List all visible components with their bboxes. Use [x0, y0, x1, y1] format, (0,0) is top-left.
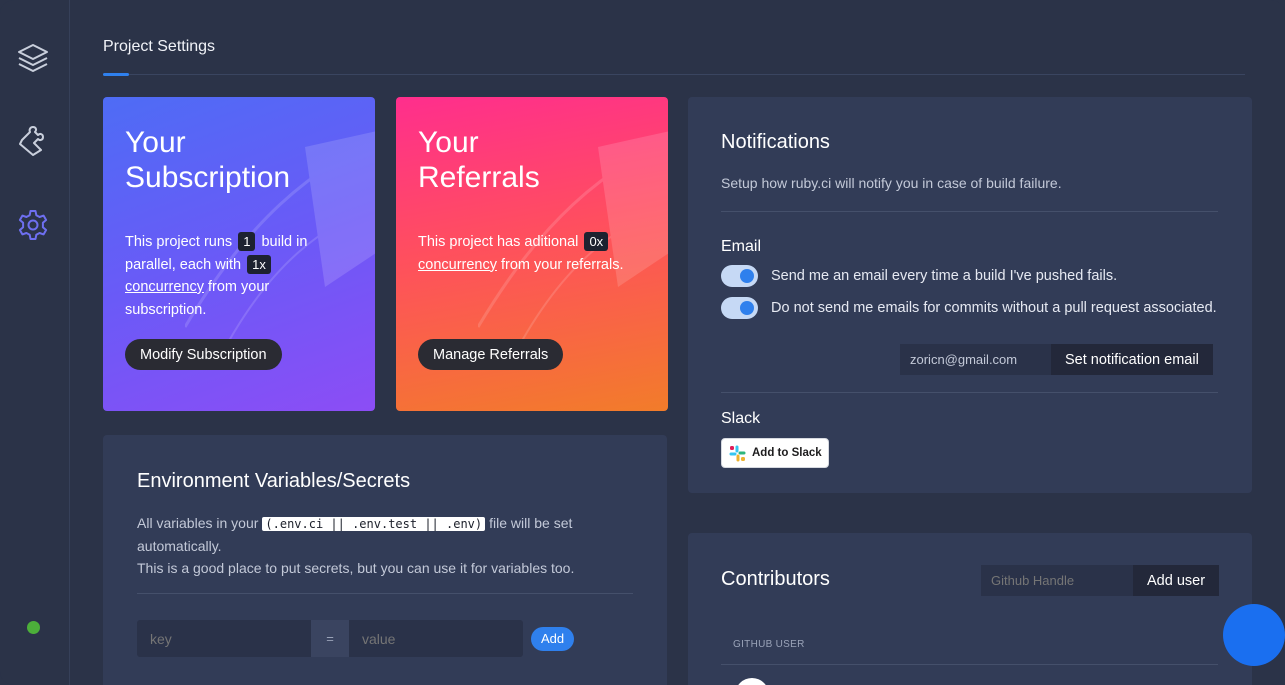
toggle-label: Send me an email every time a build I've… — [771, 268, 1118, 284]
concurrency-link[interactable]: concurrency — [418, 257, 497, 273]
github-user-column-header: GITHUB USER — [733, 639, 805, 650]
page-title: Project Settings — [103, 38, 216, 55]
github-handle-input[interactable] — [981, 565, 1133, 596]
env-vars-panel: Environment Variables/Secrets All variab… — [103, 435, 667, 685]
notifications-panel: Notifications Setup how ruby.ci will not… — [688, 97, 1252, 493]
equals-sign: = — [311, 620, 349, 657]
divider — [721, 392, 1218, 393]
notification-email-form: Set notification email — [900, 344, 1213, 375]
notifications-title: Notifications — [721, 131, 830, 153]
env-vars-title: Environment Variables/Secrets — [137, 470, 411, 492]
env-key-input[interactable] — [137, 620, 311, 657]
contributors-panel: Contributors Add user GITHUB USER — [688, 533, 1252, 685]
toggle-row-build-fails: Send me an email every time a build I've… — [721, 265, 1117, 287]
connection-status-dot — [27, 621, 40, 634]
slack-heading: Slack — [721, 410, 761, 427]
header-divider — [103, 74, 1245, 75]
notification-email-input[interactable] — [900, 344, 1051, 375]
env-var-form: = Add — [137, 620, 575, 657]
layers-icon[interactable] — [15, 40, 51, 76]
notifications-subtitle: Setup how ruby.ci will notify you in cas… — [721, 175, 1062, 191]
no-pr-email-toggle[interactable] — [721, 297, 758, 319]
add-to-slack-button[interactable]: Add to Slack — [721, 438, 829, 468]
divider — [137, 593, 633, 594]
subscription-text: This project runs 1 build in parallel, e… — [125, 232, 308, 318]
manage-referrals-button[interactable]: Manage Referrals — [418, 339, 564, 370]
env-vars-description: All variables in your (.env.ci || .env.te… — [137, 515, 575, 576]
set-notification-email-button[interactable]: Set notification email — [1051, 344, 1213, 375]
app-window: Project Settings Your Subscription This … — [0, 0, 1285, 685]
sidebar — [0, 0, 70, 685]
concurrency-badge: 1x — [247, 254, 271, 274]
active-tab-indicator — [103, 73, 129, 76]
referrals-card: Your Referrals This project has aditiona… — [396, 97, 668, 411]
referral-concurrency-badge: 0x — [584, 232, 609, 251]
toggle-row-no-pr: Do not send me emails for commits withou… — [721, 297, 1217, 319]
slack-icon — [729, 445, 746, 461]
subscription-title: Your Subscription — [125, 126, 291, 194]
modify-subscription-button[interactable]: Modify Subscription — [125, 339, 282, 370]
puzzle-icon[interactable] — [15, 123, 51, 159]
chat-launcher-button[interactable] — [1223, 604, 1285, 666]
slack-button-label: Add to Slack — [752, 447, 822, 459]
referrals-title: Your Referrals — [418, 126, 540, 194]
email-heading: Email — [721, 238, 762, 255]
toggle-label: Do not send me emails for commits withou… — [771, 300, 1217, 316]
gear-icon[interactable] — [15, 207, 51, 243]
subscription-card: Your Subscription This project runs 1 bu… — [103, 97, 375, 411]
avatar — [735, 678, 769, 685]
contributors-title: Contributors — [721, 568, 830, 590]
build-fail-email-toggle[interactable] — [721, 265, 758, 287]
add-contributor-form: Add user — [981, 565, 1220, 596]
env-value-input[interactable] — [349, 620, 523, 657]
add-env-var-button[interactable]: Add — [531, 626, 575, 651]
env-files-code: (.env.ci || .env.test || .env) — [262, 517, 486, 531]
divider — [721, 664, 1218, 665]
concurrency-link[interactable]: concurrency — [125, 279, 204, 295]
divider — [721, 211, 1218, 212]
builds-badge: 1 — [238, 232, 256, 251]
add-user-button[interactable]: Add user — [1133, 565, 1220, 596]
referrals-text: This project has aditional 0x concurrenc… — [418, 232, 624, 273]
